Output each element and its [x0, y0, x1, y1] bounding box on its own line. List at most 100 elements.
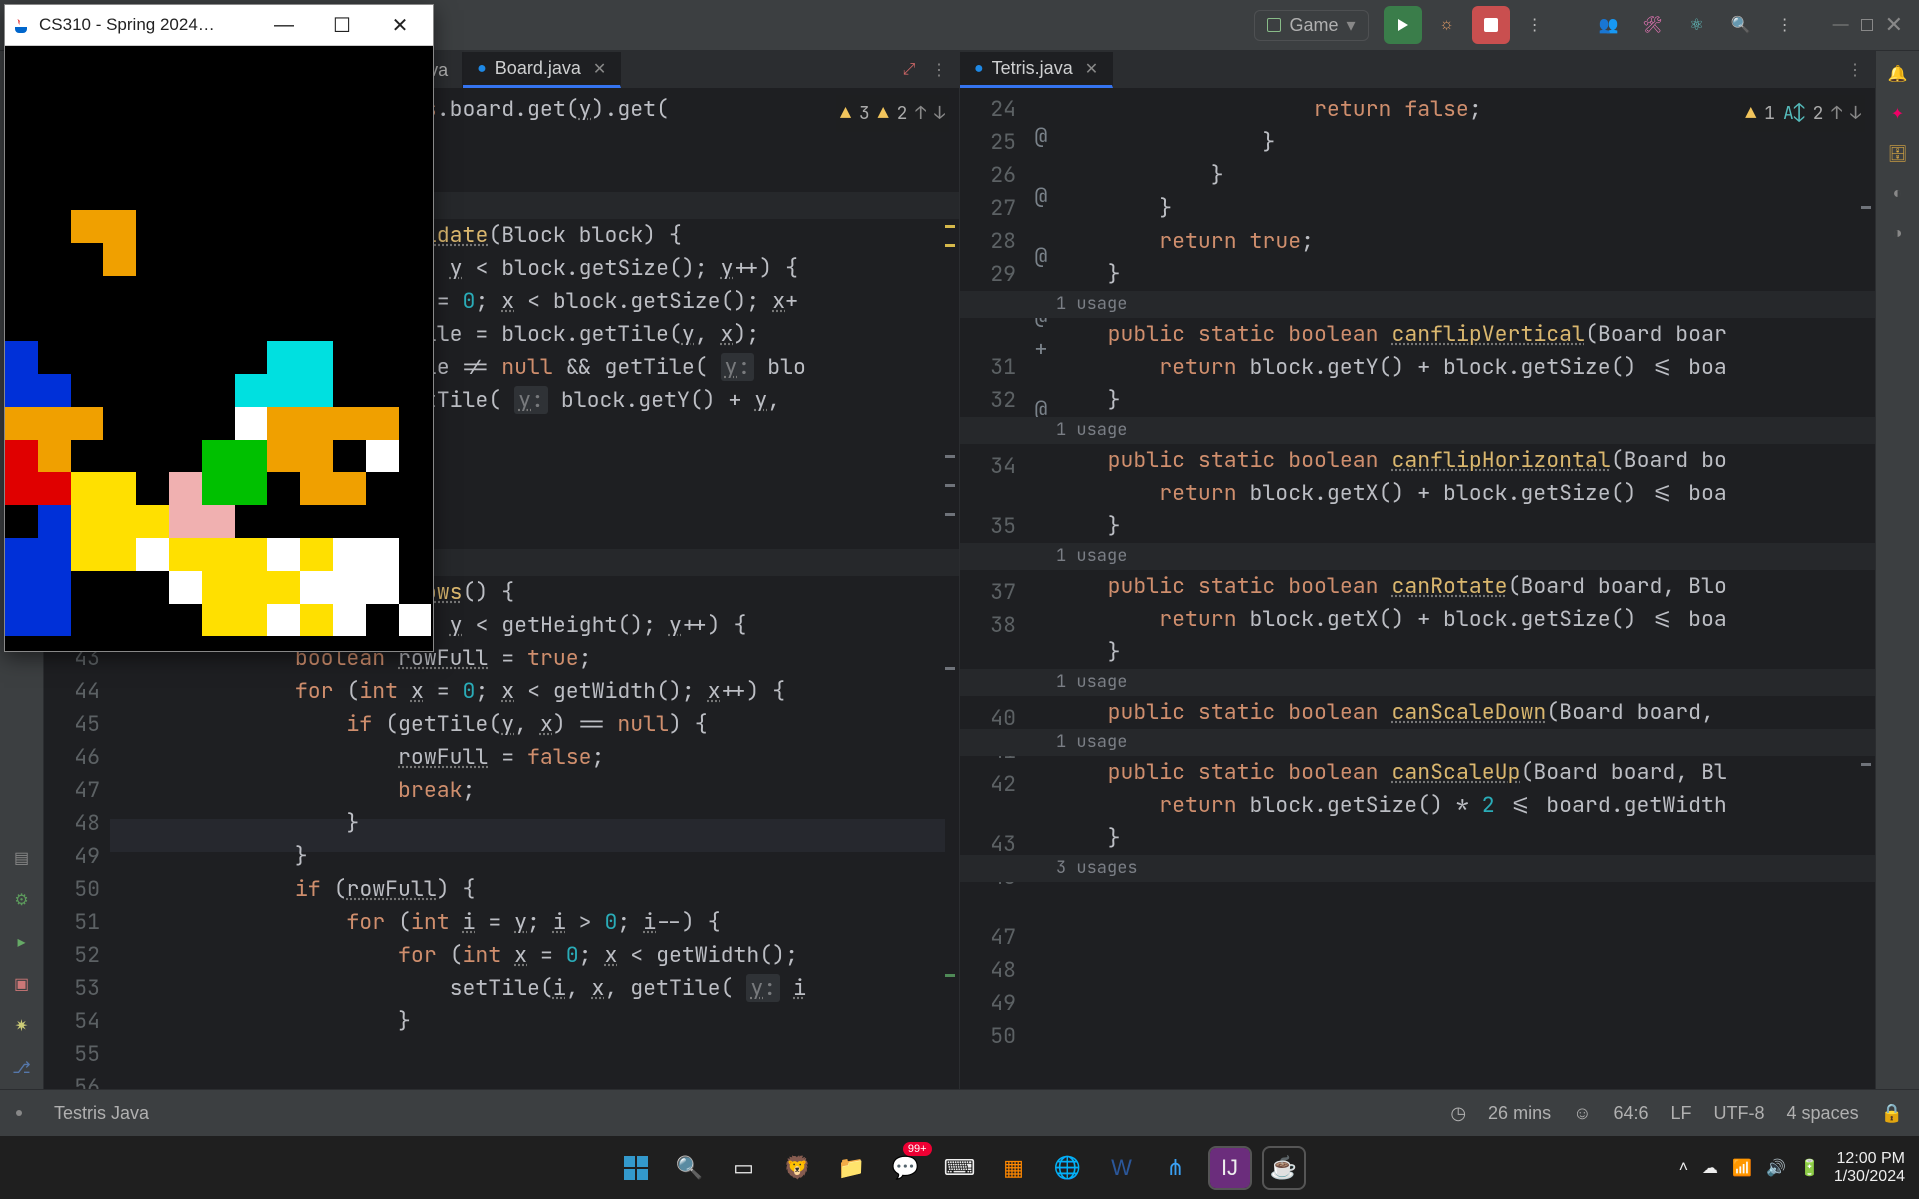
search-icon[interactable]: 🔍	[670, 1148, 710, 1188]
code-editor-right[interactable]: ▲1 A↕2 ↑ ↓ 24252627282930313233343536373…	[960, 89, 1875, 1089]
java-app-taskbar-icon[interactable]: ☕	[1264, 1148, 1304, 1188]
tetris-cell	[136, 505, 169, 538]
tetris-cell	[38, 472, 71, 505]
search-everywhere-icon[interactable]: 🔍	[1722, 6, 1760, 44]
onedrive-icon[interactable]: ☁	[1702, 1158, 1718, 1178]
tetris-cell	[5, 374, 38, 407]
tray-chevron-icon[interactable]: ˄	[1679, 1159, 1688, 1177]
word-icon[interactable]: W	[1102, 1148, 1142, 1188]
tetris-cell	[366, 407, 399, 440]
tetris-cell	[169, 571, 202, 604]
status-timer[interactable]: 26 mins	[1488, 1103, 1551, 1124]
structure-icon[interactable]: ▤	[11, 847, 33, 869]
terminal-icon[interactable]: ▣	[11, 973, 33, 995]
debug-button[interactable]: ☼	[1428, 6, 1466, 44]
coverage-icon[interactable]: ◐	[1887, 183, 1909, 205]
tetris-cell	[333, 538, 366, 571]
tetris-cell	[267, 538, 300, 571]
database-icon[interactable]: 🗄	[1887, 143, 1909, 165]
readonly-lock-icon[interactable]: 🔒	[1881, 1103, 1903, 1124]
problems-icon[interactable]: ✷	[11, 1015, 33, 1037]
expand-icon[interactable]: ⤢	[899, 60, 919, 80]
line-gutter[interactable]: 2425262728293031323334353637383940414243…	[960, 89, 1026, 1089]
background-process[interactable]: Testris Java	[54, 1103, 149, 1124]
tetris-cell	[38, 505, 71, 538]
chrome-icon[interactable]: 🌐	[1048, 1148, 1088, 1188]
code-with-me-icon[interactable]: 👥	[1590, 6, 1628, 44]
inspection-widget-left[interactable]: ▲3 ▲2 ↑ ↓	[836, 95, 949, 132]
window-minimize-icon[interactable]: —	[1833, 16, 1849, 34]
more-run-icon[interactable]: ⋮	[1516, 6, 1554, 44]
inspection-widget-right[interactable]: ▲1 A↕2 ↑ ↓	[1741, 95, 1865, 132]
terminal-icon[interactable]: ⌨	[940, 1148, 980, 1188]
build-icon[interactable]: ▸	[11, 931, 33, 953]
tab-label: Tetris.java	[992, 58, 1073, 79]
tetris-cell	[300, 472, 333, 505]
caret-position[interactable]: 64:6	[1613, 1103, 1648, 1124]
tetris-cell	[300, 571, 333, 604]
tetris-game-window[interactable]: CS310 - Spring 2024… — ☐ ✕	[4, 4, 434, 652]
close-icon[interactable]: ✕	[593, 59, 606, 79]
warning-icon: ▲	[1745, 97, 1756, 130]
more-tabs-icon[interactable]: ⋮	[929, 60, 949, 80]
explorer-icon[interactable]: 📁	[832, 1148, 872, 1188]
override-gutter[interactable]: @@@@ +@	[1026, 89, 1056, 1089]
ai-plus-icon[interactable]: ✦	[1887, 103, 1909, 125]
close-icon[interactable]: ✕	[1085, 59, 1098, 79]
tetris-cell	[267, 440, 300, 473]
task-view-icon[interactable]: ▭	[724, 1148, 764, 1188]
minimize-icon[interactable]: —	[259, 5, 309, 45]
start-icon[interactable]	[616, 1148, 656, 1188]
next-highlight-icon[interactable]: ↓	[1850, 97, 1861, 130]
wifi-icon[interactable]: 📶	[1732, 1158, 1752, 1178]
tab-tetris-java[interactable]: ● Tetris.java ✕	[960, 52, 1113, 88]
services-gear-icon[interactable]: ⚙	[11, 889, 33, 911]
git-icon[interactable]: ⎇	[11, 1057, 33, 1079]
brave-icon[interactable]: 🦁	[778, 1148, 818, 1188]
window-close-icon[interactable]: ✕	[1885, 12, 1903, 38]
tetris-cell	[267, 374, 300, 407]
tab-board-java[interactable]: ● Board.java ✕	[463, 52, 621, 88]
warn-count: 1	[1764, 97, 1775, 130]
window-maximize-icon[interactable]	[1861, 19, 1873, 31]
game-titlebar[interactable]: CS310 - Spring 2024… — ☐ ✕	[5, 5, 433, 45]
next-highlight-icon[interactable]: ↓	[934, 97, 945, 130]
taskbar-clock[interactable]: 12:00 PM 1/30/2024	[1834, 1150, 1905, 1186]
close-icon[interactable]: ✕	[375, 5, 425, 45]
tetris-cell	[300, 538, 333, 571]
system-tray[interactable]: ˄ ☁ 📶 🔊 🔋 12:00 PM 1/30/2024	[1679, 1150, 1905, 1186]
tetris-cell	[399, 604, 432, 637]
tetris-cell	[300, 440, 333, 473]
game-title-text: CS310 - Spring 2024…	[39, 15, 215, 35]
prev-highlight-icon[interactable]: ↑	[1831, 97, 1842, 130]
volume-icon[interactable]: 🔊	[1766, 1158, 1786, 1178]
tetris-playfield[interactable]	[5, 45, 433, 651]
main-menu-icon[interactable]: ⋮	[1766, 6, 1804, 44]
run-config-selector[interactable]: Game ▾	[1254, 10, 1368, 41]
xampp-icon[interactable]: ▦	[994, 1148, 1034, 1188]
maximize-icon[interactable]: ☐	[317, 5, 367, 45]
intellij-icon[interactable]: IJ	[1210, 1148, 1250, 1188]
prev-highlight-icon[interactable]: ↑	[915, 97, 926, 130]
indent-info[interactable]: 4 spaces	[1787, 1103, 1859, 1124]
battery-icon[interactable]: 🔋	[1800, 1158, 1820, 1178]
tetris-cell	[103, 538, 136, 571]
code-content[interactable]: return false; } } } return true; }1 usag…	[1056, 89, 1875, 1089]
tetris-cell	[71, 538, 104, 571]
windows-taskbar[interactable]: 🔍 ▭ 🦁 📁 💬99+ ⌨ ▦ 🌐 W ⋔ IJ ☕ ˄ ☁ 📶 🔊 🔋 12…	[0, 1136, 1919, 1199]
whatsapp-icon[interactable]: 💬99+	[886, 1148, 926, 1188]
editor-pane-right: ● Tetris.java ✕ ⋮ ▲1 A↕2 ↑ ↓ 24252627282…	[960, 51, 1875, 1089]
error-stripe[interactable]	[1861, 129, 1873, 1089]
run-button[interactable]	[1384, 6, 1422, 44]
line-separator[interactable]: LF	[1671, 1103, 1692, 1124]
tools-icon[interactable]: 🛠	[1634, 6, 1672, 44]
notifications-icon[interactable]: 🔔	[1887, 63, 1909, 85]
stop-button[interactable]	[1472, 6, 1510, 44]
ide-atom-icon[interactable]: ⚛	[1678, 6, 1716, 44]
vscode-icon[interactable]: ⋔	[1156, 1148, 1196, 1188]
collab-icon[interactable]: ◑	[1887, 223, 1909, 245]
error-stripe[interactable]	[945, 129, 957, 1089]
file-encoding[interactable]: UTF-8	[1714, 1103, 1765, 1124]
tetris-cell	[235, 571, 268, 604]
more-tabs-icon[interactable]: ⋮	[1845, 60, 1865, 80]
